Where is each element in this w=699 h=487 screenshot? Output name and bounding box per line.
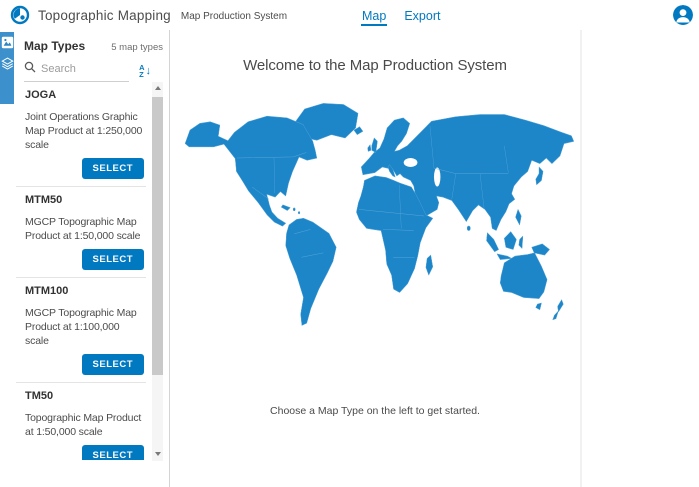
nav-tab-export[interactable]: Export [403, 5, 441, 26]
main-nav: Map Export [361, 0, 441, 30]
map-type-description: Topographic Map Product at 1:50,000 scal… [25, 411, 146, 439]
sidebar-rail [0, 32, 14, 104]
app-subtitle: Map Production System [181, 9, 287, 22]
search-box [24, 60, 129, 82]
globe-logo-icon [10, 5, 30, 25]
map-type-name: MTM100 [25, 285, 146, 298]
map-panel-icon[interactable] [1, 36, 14, 49]
map-type-item: JOGA Joint Operations Graphic Map Product… [16, 82, 146, 187]
main-content: Welcome to the Map Production System [170, 30, 582, 487]
app-body: Map Types 5 map types AZ↓ JO [0, 30, 699, 487]
map-type-description: MGCP Topographic Map Product at 1:50,000… [25, 215, 146, 243]
nav-tab-map[interactable]: Map [361, 5, 387, 26]
map-type-item: MTM50 MGCP Topographic Map Product at 1:5… [16, 187, 146, 278]
app-header: Topographic Mapping Map Production Syste… [0, 0, 699, 30]
sidebar-scrollbar[interactable] [152, 82, 163, 461]
search-icon [24, 60, 36, 78]
search-input[interactable] [41, 63, 121, 75]
instruction-text: Choose a Map Type on the left to get sta… [170, 405, 580, 417]
map-type-description: MGCP Topographic Map Product at 1:100,00… [25, 306, 146, 348]
app-window: Topographic Mapping Map Production Syste… [0, 0, 699, 487]
map-type-name: MTM50 [25, 194, 146, 207]
select-button[interactable]: SELECT [82, 354, 144, 375]
map-type-description: Joint Operations Graphic Map Product at … [25, 110, 146, 152]
map-type-list: JOGA Joint Operations Graphic Map Product… [14, 82, 152, 460]
map-type-name: JOGA [25, 89, 146, 102]
select-button[interactable]: SELECT [82, 158, 144, 179]
select-button[interactable]: SELECT [82, 249, 144, 270]
scroll-thumb[interactable] [152, 97, 163, 375]
layers-icon[interactable] [1, 57, 14, 70]
world-map [170, 90, 580, 380]
map-type-item: TM50 Topographic Map Product at 1:50,000 … [16, 383, 146, 460]
map-type-item: MTM100 MGCP Topographic Map Product at 1:… [16, 278, 146, 383]
app-title: Topographic Mapping [38, 8, 171, 23]
sidebar: Map Types 5 map types AZ↓ JO [0, 30, 170, 487]
scroll-up-arrow-icon[interactable] [152, 82, 163, 95]
map-type-count: 5 map types [111, 42, 163, 53]
sort-a-z-icon[interactable]: AZ↓ [139, 64, 151, 78]
sidebar-header: Map Types 5 map types [14, 30, 169, 53]
panel-title: Map Types [24, 39, 85, 53]
main-area: Welcome to the Map Production System [170, 30, 699, 487]
scroll-down-arrow-icon[interactable] [152, 448, 163, 461]
welcome-title: Welcome to the Map Production System [170, 30, 580, 74]
user-avatar-icon[interactable] [673, 5, 693, 25]
map-type-name: TM50 [25, 390, 146, 403]
select-button[interactable]: SELECT [82, 445, 144, 460]
search-row: AZ↓ [24, 60, 151, 82]
